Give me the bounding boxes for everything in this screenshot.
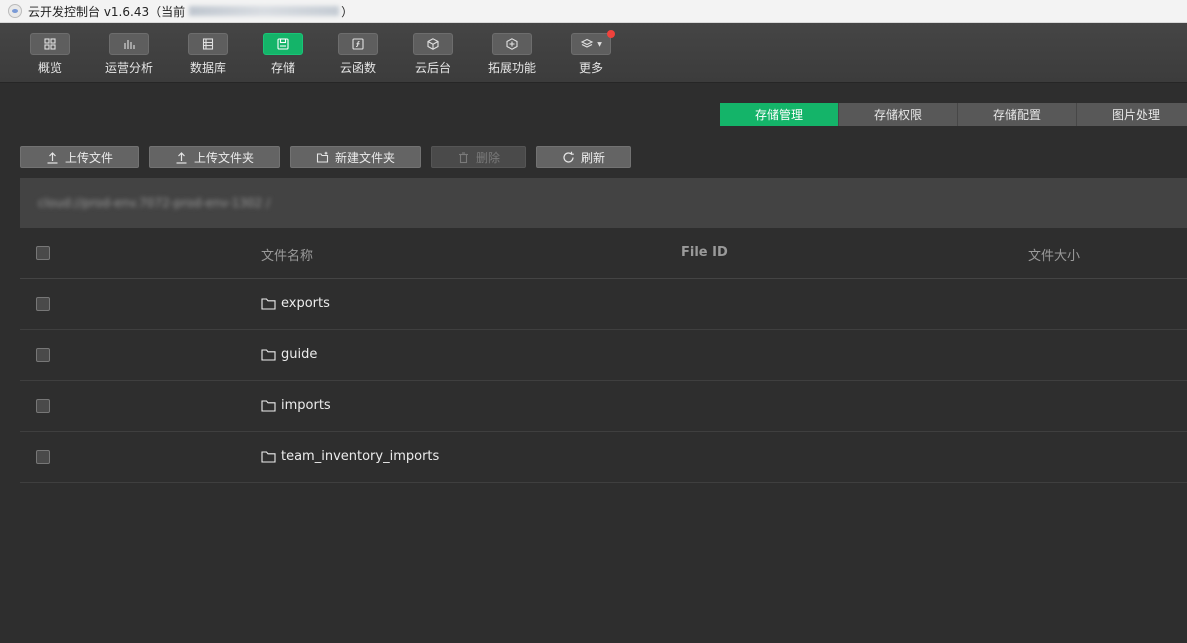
upload-file-label: 上传文件 [64,150,113,165]
table-row[interactable]: imports [20,381,1187,432]
tab-storage-management[interactable]: 存储管理 [720,103,839,126]
file-name: imports [281,398,331,413]
table-header: 文件名称 File ID 文件大小 [20,228,1187,279]
grid-icon [30,33,70,55]
file-name-link[interactable]: team_inventory_imports [261,449,439,464]
file-name-link[interactable]: imports [261,398,331,413]
current-path: cloud://prod-env.7072-prod-env-1302 / [38,196,271,210]
folder-icon [261,349,276,361]
row-checkbox[interactable] [36,297,50,311]
table-row[interactable]: team_inventory_imports [20,432,1187,483]
upload-folder-label: 上传文件夹 [193,150,254,165]
row-checkbox[interactable] [36,399,50,413]
storage-icon [263,33,303,55]
file-name: exports [281,296,330,311]
new-folder-icon [316,151,329,163]
layers-icon: ▼ [571,30,615,55]
toolbar-item-storage[interactable]: 存储 [247,33,319,76]
file-name: team_inventory_imports [281,449,440,464]
database-icon [188,33,228,55]
toolbar-item-analytics[interactable]: 运营分析 [93,33,165,76]
file-name-link[interactable]: exports [261,296,330,311]
row-checkbox[interactable] [36,450,50,464]
upload-icon [176,151,187,164]
main-toolbar: 概览 运营分析 数据库 存储 云函数 云后台 拓展功能 ▼ 更多 [0,23,1187,83]
folder-icon [261,298,276,310]
select-all-checkbox[interactable] [36,246,50,260]
trash-icon [458,151,468,163]
toolbar-item-label: 运营分析 [104,61,153,75]
row-checkbox[interactable] [36,348,50,362]
toolbar-item-label: 云函数 [339,61,376,75]
window-titlebar: 云开发控制台 v1.6.43（当前 ） [0,0,1187,23]
table-row[interactable]: guide [20,330,1187,381]
function-icon [338,33,378,55]
extension-icon [492,33,532,55]
env-id-redacted [189,6,340,16]
app-logo-icon [8,4,22,18]
window-title-suffix: ） [341,4,354,19]
toolbar-item-label: 云后台 [414,61,451,75]
toolbar-item-extensions[interactable]: 拓展功能 [476,33,548,76]
tab-storage-permissions[interactable]: 存储权限 [839,103,958,126]
toolbar-item-database[interactable]: 数据库 [172,33,244,76]
cube-icon [413,33,453,55]
toolbar-item-label: 存储 [270,61,295,75]
path-breadcrumb: cloud://prod-env.7072-prod-env-1302 / [20,178,1187,228]
upload-file-button[interactable]: 上传文件 [20,146,139,168]
delete-label: 删除 [475,150,500,165]
tab-image-processing[interactable]: 图片处理 [1077,103,1187,126]
tab-storage-config[interactable]: 存储配置 [958,103,1077,126]
chevron-down-icon: ▼ [597,40,602,48]
upload-folder-button[interactable]: 上传文件夹 [149,146,280,168]
new-folder-label: 新建文件夹 [334,150,395,165]
delete-button[interactable]: 删除 [431,146,526,168]
toolbar-item-more[interactable]: ▼ 更多 [555,30,627,76]
bar-chart-icon [109,33,149,55]
folder-icon [261,400,276,412]
toolbar-item-overview[interactable]: 概览 [14,33,86,76]
column-header-size: 文件大小 [1028,249,1081,264]
toolbar-item-functions[interactable]: 云函数 [322,33,394,76]
toolbar-item-label: 更多 [578,61,603,75]
file-name: guide [281,347,318,362]
column-header-file-id: File ID [681,245,728,260]
column-header-name: 文件名称 [261,249,314,264]
storage-tabs: 存储管理 存储权限 存储配置 图片处理 [720,103,1187,126]
notification-badge [607,30,615,38]
file-name-link[interactable]: guide [261,347,317,362]
refresh-icon [563,151,574,163]
upload-icon [47,151,58,164]
toolbar-item-cloud-backend[interactable]: 云后台 [397,33,469,76]
new-folder-button[interactable]: 新建文件夹 [290,146,421,168]
table-row[interactable]: exports [20,279,1187,330]
window-title: 云开发控制台 v1.6.43（当前 [28,4,186,19]
refresh-button[interactable]: 刷新 [536,146,631,168]
refresh-label: 刷新 [580,150,605,165]
toolbar-item-label: 概览 [37,61,62,75]
toolbar-item-label: 数据库 [189,61,226,75]
toolbar-item-label: 拓展功能 [487,61,536,75]
file-table: 文件名称 File ID 文件大小 exports guide imports … [20,228,1187,483]
folder-icon [261,451,276,463]
